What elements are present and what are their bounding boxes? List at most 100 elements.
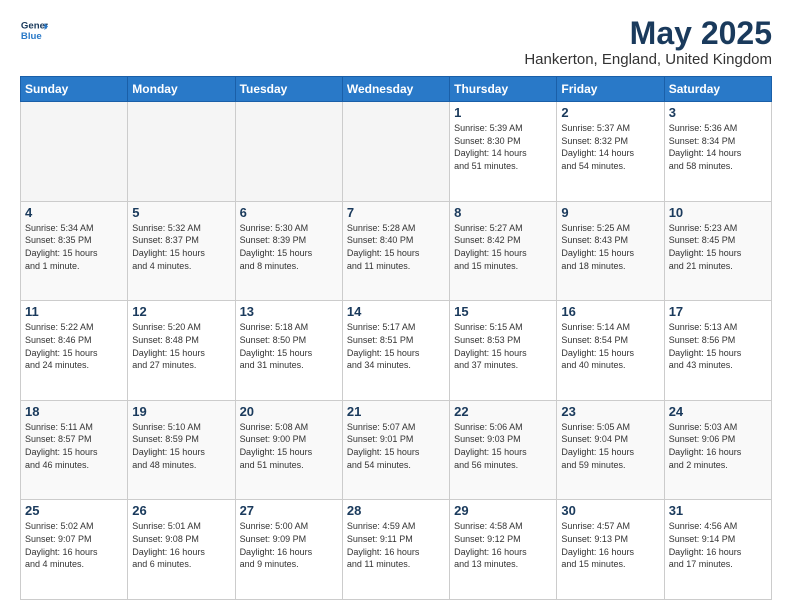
day-number: 14 <box>347 304 445 319</box>
subtitle: Hankerton, England, United Kingdom <box>524 51 772 68</box>
day-number: 2 <box>561 105 659 120</box>
day-number: 21 <box>347 404 445 419</box>
calendar-cell: 7 Sunrise: 5:28 AM Sunset: 8:40 PM Daylig… <box>342 201 449 301</box>
day-info: Sunrise: 5:03 AM Sunset: 9:06 PM Dayligh… <box>669 421 767 471</box>
calendar-header-friday: Friday <box>557 77 664 102</box>
day-number: 29 <box>454 503 552 518</box>
day-info: Sunrise: 5:39 AM Sunset: 8:30 PM Dayligh… <box>454 122 552 172</box>
day-number: 11 <box>25 304 123 319</box>
calendar-cell <box>235 102 342 202</box>
calendar-cell: 24 Sunrise: 5:03 AM Sunset: 9:06 PM Dayli… <box>664 400 771 500</box>
calendar-cell: 3Sunrise: 5:36 AM Sunset: 8:34 PM Daylig… <box>664 102 771 202</box>
calendar-cell <box>342 102 449 202</box>
day-number: 3 <box>669 105 767 120</box>
day-info: Sunrise: 5:37 AM Sunset: 8:32 PM Dayligh… <box>561 122 659 172</box>
calendar-cell <box>128 102 235 202</box>
day-info: Sunrise: 5:18 AM Sunset: 8:50 PM Dayligh… <box>240 321 338 371</box>
calendar-cell: 27Sunrise: 5:00 AM Sunset: 9:09 PM Dayli… <box>235 500 342 600</box>
day-number: 8 <box>454 205 552 220</box>
day-number: 31 <box>669 503 767 518</box>
calendar-cell: 23Sunrise: 5:05 AM Sunset: 9:04 PM Dayli… <box>557 400 664 500</box>
calendar-header-monday: Monday <box>128 77 235 102</box>
day-info: Sunrise: 5:13 AM Sunset: 8:56 PM Dayligh… <box>669 321 767 371</box>
calendar-cell <box>21 102 128 202</box>
day-number: 4 <box>25 205 123 220</box>
calendar-cell: 5Sunrise: 5:32 AM Sunset: 8:37 PM Daylig… <box>128 201 235 301</box>
day-info: Sunrise: 5:25 AM Sunset: 8:43 PM Dayligh… <box>561 222 659 272</box>
svg-text:Blue: Blue <box>21 31 42 42</box>
day-number: 10 <box>669 205 767 220</box>
calendar-cell: 1Sunrise: 5:39 AM Sunset: 8:30 PM Daylig… <box>450 102 557 202</box>
calendar-cell: 12Sunrise: 5:20 AM Sunset: 8:48 PM Dayli… <box>128 301 235 401</box>
day-number: 27 <box>240 503 338 518</box>
calendar-cell: 28 Sunrise: 4:59 AM Sunset: 9:11 PM Dayli… <box>342 500 449 600</box>
day-info: Sunrise: 5:14 AM Sunset: 8:54 PM Dayligh… <box>561 321 659 371</box>
calendar-cell: 21 Sunrise: 5:07 AM Sunset: 9:01 PM Dayli… <box>342 400 449 500</box>
day-number: 15 <box>454 304 552 319</box>
calendar-header-sunday: Sunday <box>21 77 128 102</box>
calendar-week-row: 4Sunrise: 5:34 AM Sunset: 8:35 PM Daylig… <box>21 201 772 301</box>
calendar-cell: 13Sunrise: 5:18 AM Sunset: 8:50 PM Dayli… <box>235 301 342 401</box>
calendar-cell: 17 Sunrise: 5:13 AM Sunset: 8:56 PM Dayli… <box>664 301 771 401</box>
page: General Blue May 2025 Hankerton, England… <box>0 0 792 612</box>
day-info: Sunrise: 5:11 AM Sunset: 8:57 PM Dayligh… <box>25 421 123 471</box>
day-number: 6 <box>240 205 338 220</box>
calendar-header-saturday: Saturday <box>664 77 771 102</box>
logo-icon: General Blue <box>20 16 48 44</box>
day-info: Sunrise: 5:28 AM Sunset: 8:40 PM Dayligh… <box>347 222 445 272</box>
day-info: Sunrise: 5:23 AM Sunset: 8:45 PM Dayligh… <box>669 222 767 272</box>
calendar-week-row: 25Sunrise: 5:02 AM Sunset: 9:07 PM Dayli… <box>21 500 772 600</box>
day-number: 24 <box>669 404 767 419</box>
day-number: 20 <box>240 404 338 419</box>
day-info: Sunrise: 5:02 AM Sunset: 9:07 PM Dayligh… <box>25 520 123 570</box>
day-number: 18 <box>25 404 123 419</box>
day-info: Sunrise: 4:58 AM Sunset: 9:12 PM Dayligh… <box>454 520 552 570</box>
calendar-header-thursday: Thursday <box>450 77 557 102</box>
calendar-week-row: 18 Sunrise: 5:11 AM Sunset: 8:57 PM Dayli… <box>21 400 772 500</box>
day-number: 16 <box>561 304 659 319</box>
calendar-cell: 26Sunrise: 5:01 AM Sunset: 9:08 PM Dayli… <box>128 500 235 600</box>
calendar-header-tuesday: Tuesday <box>235 77 342 102</box>
calendar-cell: 19Sunrise: 5:10 AM Sunset: 8:59 PM Dayli… <box>128 400 235 500</box>
day-info: Sunrise: 4:59 AM Sunset: 9:11 PM Dayligh… <box>347 520 445 570</box>
day-info: Sunrise: 5:22 AM Sunset: 8:46 PM Dayligh… <box>25 321 123 371</box>
day-number: 5 <box>132 205 230 220</box>
day-number: 7 <box>347 205 445 220</box>
calendar-cell: 10 Sunrise: 5:23 AM Sunset: 8:45 PM Dayli… <box>664 201 771 301</box>
svg-text:General: General <box>21 20 48 31</box>
calendar-week-row: 11 Sunrise: 5:22 AM Sunset: 8:46 PM Dayli… <box>21 301 772 401</box>
day-info: Sunrise: 5:15 AM Sunset: 8:53 PM Dayligh… <box>454 321 552 371</box>
calendar-cell: 30 Sunrise: 4:57 AM Sunset: 9:13 PM Dayli… <box>557 500 664 600</box>
day-number: 22 <box>454 404 552 419</box>
day-number: 28 <box>347 503 445 518</box>
day-info: Sunrise: 5:30 AM Sunset: 8:39 PM Dayligh… <box>240 222 338 272</box>
day-info: Sunrise: 5:06 AM Sunset: 9:03 PM Dayligh… <box>454 421 552 471</box>
calendar-cell: 6 Sunrise: 5:30 AM Sunset: 8:39 PM Daylig… <box>235 201 342 301</box>
day-number: 30 <box>561 503 659 518</box>
day-number: 19 <box>132 404 230 419</box>
calendar-week-row: 1Sunrise: 5:39 AM Sunset: 8:30 PM Daylig… <box>21 102 772 202</box>
day-info: Sunrise: 5:07 AM Sunset: 9:01 PM Dayligh… <box>347 421 445 471</box>
day-info: Sunrise: 5:17 AM Sunset: 8:51 PM Dayligh… <box>347 321 445 371</box>
calendar-cell: 2 Sunrise: 5:37 AM Sunset: 8:32 PM Daylig… <box>557 102 664 202</box>
title-section: May 2025 Hankerton, England, United King… <box>524 16 772 68</box>
day-number: 12 <box>132 304 230 319</box>
calendar-cell: 25Sunrise: 5:02 AM Sunset: 9:07 PM Dayli… <box>21 500 128 600</box>
calendar-cell: 29 Sunrise: 4:58 AM Sunset: 9:12 PM Dayli… <box>450 500 557 600</box>
calendar-cell: 22 Sunrise: 5:06 AM Sunset: 9:03 PM Dayli… <box>450 400 557 500</box>
calendar-cell: 31 Sunrise: 4:56 AM Sunset: 9:14 PM Dayli… <box>664 500 771 600</box>
day-number: 23 <box>561 404 659 419</box>
calendar-cell: 8Sunrise: 5:27 AM Sunset: 8:42 PM Daylig… <box>450 201 557 301</box>
calendar-table: SundayMondayTuesdayWednesdayThursdayFrid… <box>20 76 772 600</box>
day-info: Sunrise: 4:56 AM Sunset: 9:14 PM Dayligh… <box>669 520 767 570</box>
calendar-header-row: SundayMondayTuesdayWednesdayThursdayFrid… <box>21 77 772 102</box>
calendar-cell: 14 Sunrise: 5:17 AM Sunset: 8:51 PM Dayli… <box>342 301 449 401</box>
main-title: May 2025 <box>524 16 772 51</box>
header: General Blue May 2025 Hankerton, England… <box>20 16 772 68</box>
calendar-cell: 9Sunrise: 5:25 AM Sunset: 8:43 PM Daylig… <box>557 201 664 301</box>
day-info: Sunrise: 5:01 AM Sunset: 9:08 PM Dayligh… <box>132 520 230 570</box>
logo: General Blue <box>20 16 48 44</box>
day-info: Sunrise: 4:57 AM Sunset: 9:13 PM Dayligh… <box>561 520 659 570</box>
day-info: Sunrise: 5:08 AM Sunset: 9:00 PM Dayligh… <box>240 421 338 471</box>
day-number: 17 <box>669 304 767 319</box>
